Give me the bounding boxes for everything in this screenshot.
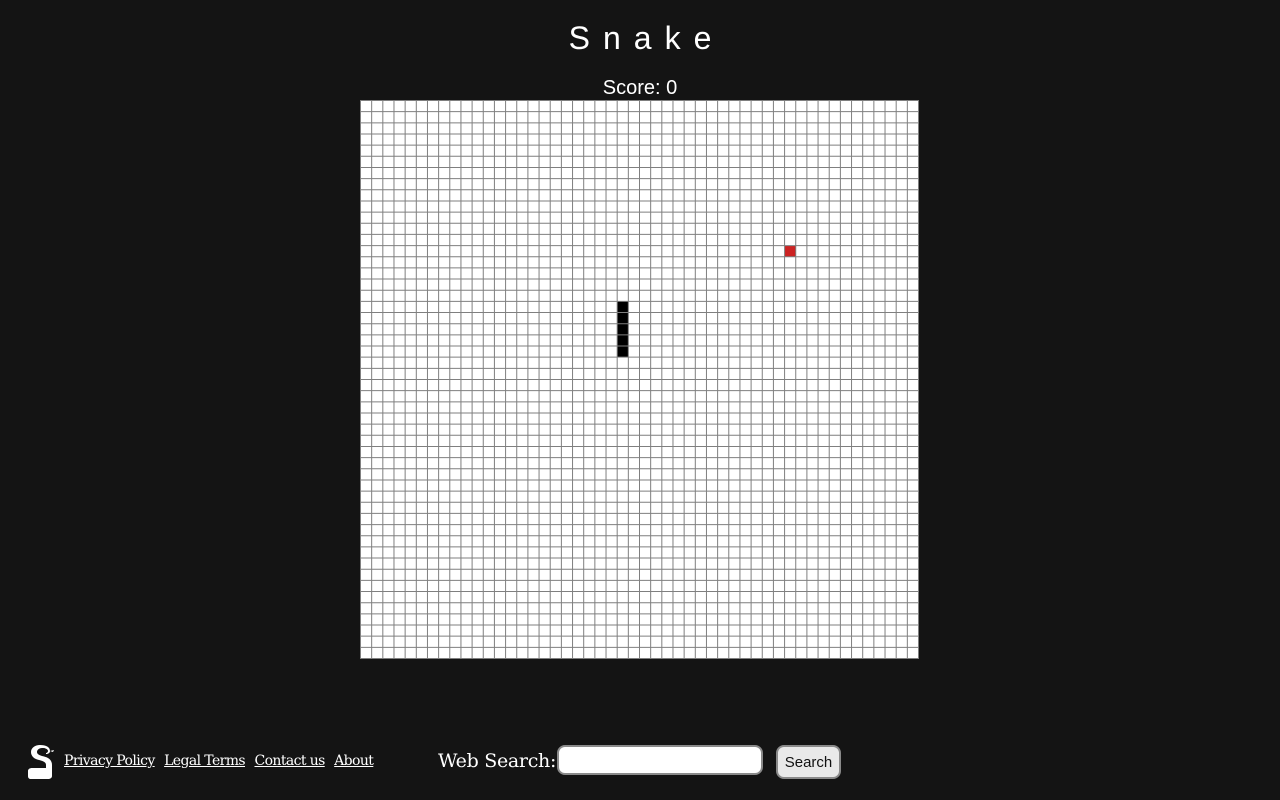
footer: Privacy Policy Legal Terms Contact us Ab…: [0, 740, 1280, 784]
about-link[interactable]: About: [334, 753, 374, 769]
snake-segment: [617, 312, 629, 324]
game-board[interactable]: [360, 100, 919, 659]
game-title: Snake: [568, 20, 725, 56]
footer-links: Privacy Policy Legal Terms Contact us Ab…: [64, 752, 378, 770]
contact-us-link[interactable]: Contact us: [254, 753, 325, 769]
snake-logo-icon[interactable]: [26, 744, 54, 780]
legal-terms-link[interactable]: Legal Terms: [164, 753, 246, 769]
snake-head: [617, 301, 629, 313]
snake-segment: [617, 346, 629, 358]
page: Snake Score: 0 Privacy Policy Legal Term…: [0, 0, 1280, 800]
snake-segment: [617, 323, 629, 335]
web-search-input[interactable]: [557, 745, 763, 775]
score-display: Score: 0: [602, 77, 678, 99]
food-item: [784, 245, 796, 257]
search-button[interactable]: Search: [776, 745, 841, 779]
game-board-grid[interactable]: [360, 100, 919, 659]
web-search-label: Web Search:: [438, 750, 557, 772]
privacy-policy-link[interactable]: Privacy Policy: [64, 753, 155, 769]
snake-segment: [617, 334, 629, 347]
